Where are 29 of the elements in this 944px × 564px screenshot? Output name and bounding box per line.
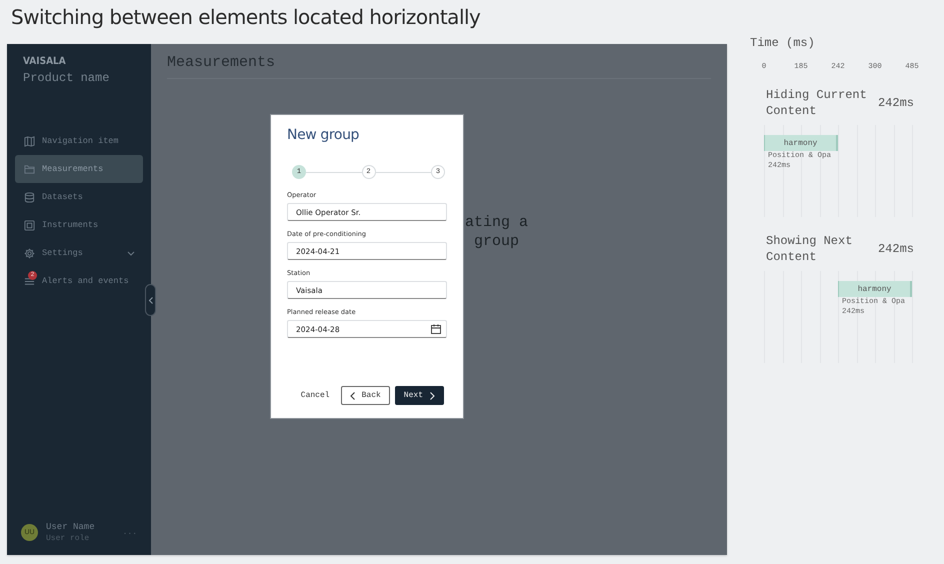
track-title: Hiding Current Content <box>766 87 868 119</box>
dialog-title: New group <box>287 127 360 143</box>
back-button[interactable]: Back <box>340 386 390 405</box>
track-duration: 242ms <box>878 96 914 110</box>
calendar-icon[interactable] <box>431 324 441 334</box>
chevron-right-icon <box>430 392 435 400</box>
user-name: User Name <box>46 522 95 532</box>
database-icon <box>24 192 35 202</box>
empty-state-text: ating a <box>465 213 528 232</box>
map-icon <box>24 136 35 146</box>
folder-icon <box>24 164 35 174</box>
chevron-left-icon <box>148 296 152 304</box>
timeline-bar: harmony <box>838 281 912 297</box>
next-button[interactable]: Next <box>394 386 444 405</box>
page-heading: Measurements <box>167 54 711 79</box>
list-icon <box>24 276 35 286</box>
timeline-bar: harmony <box>764 135 838 151</box>
gear-icon <box>24 248 35 258</box>
cancel-button[interactable]: Cancel <box>294 386 336 405</box>
product-name: Product name <box>23 71 110 85</box>
chevron-left-icon <box>350 392 355 400</box>
page-title: Switching between elements located horizontally <box>11 5 480 29</box>
track-title: Showing Next Content <box>766 233 854 265</box>
collapse-handle[interactable] <box>145 284 156 316</box>
timeline-title: Time (ms) <box>750 36 815 50</box>
empty-state-text: group <box>474 232 520 251</box>
track-duration: 242ms <box>878 242 914 256</box>
chip-icon <box>24 220 35 230</box>
brand-logo: VAISALA <box>23 56 66 67</box>
